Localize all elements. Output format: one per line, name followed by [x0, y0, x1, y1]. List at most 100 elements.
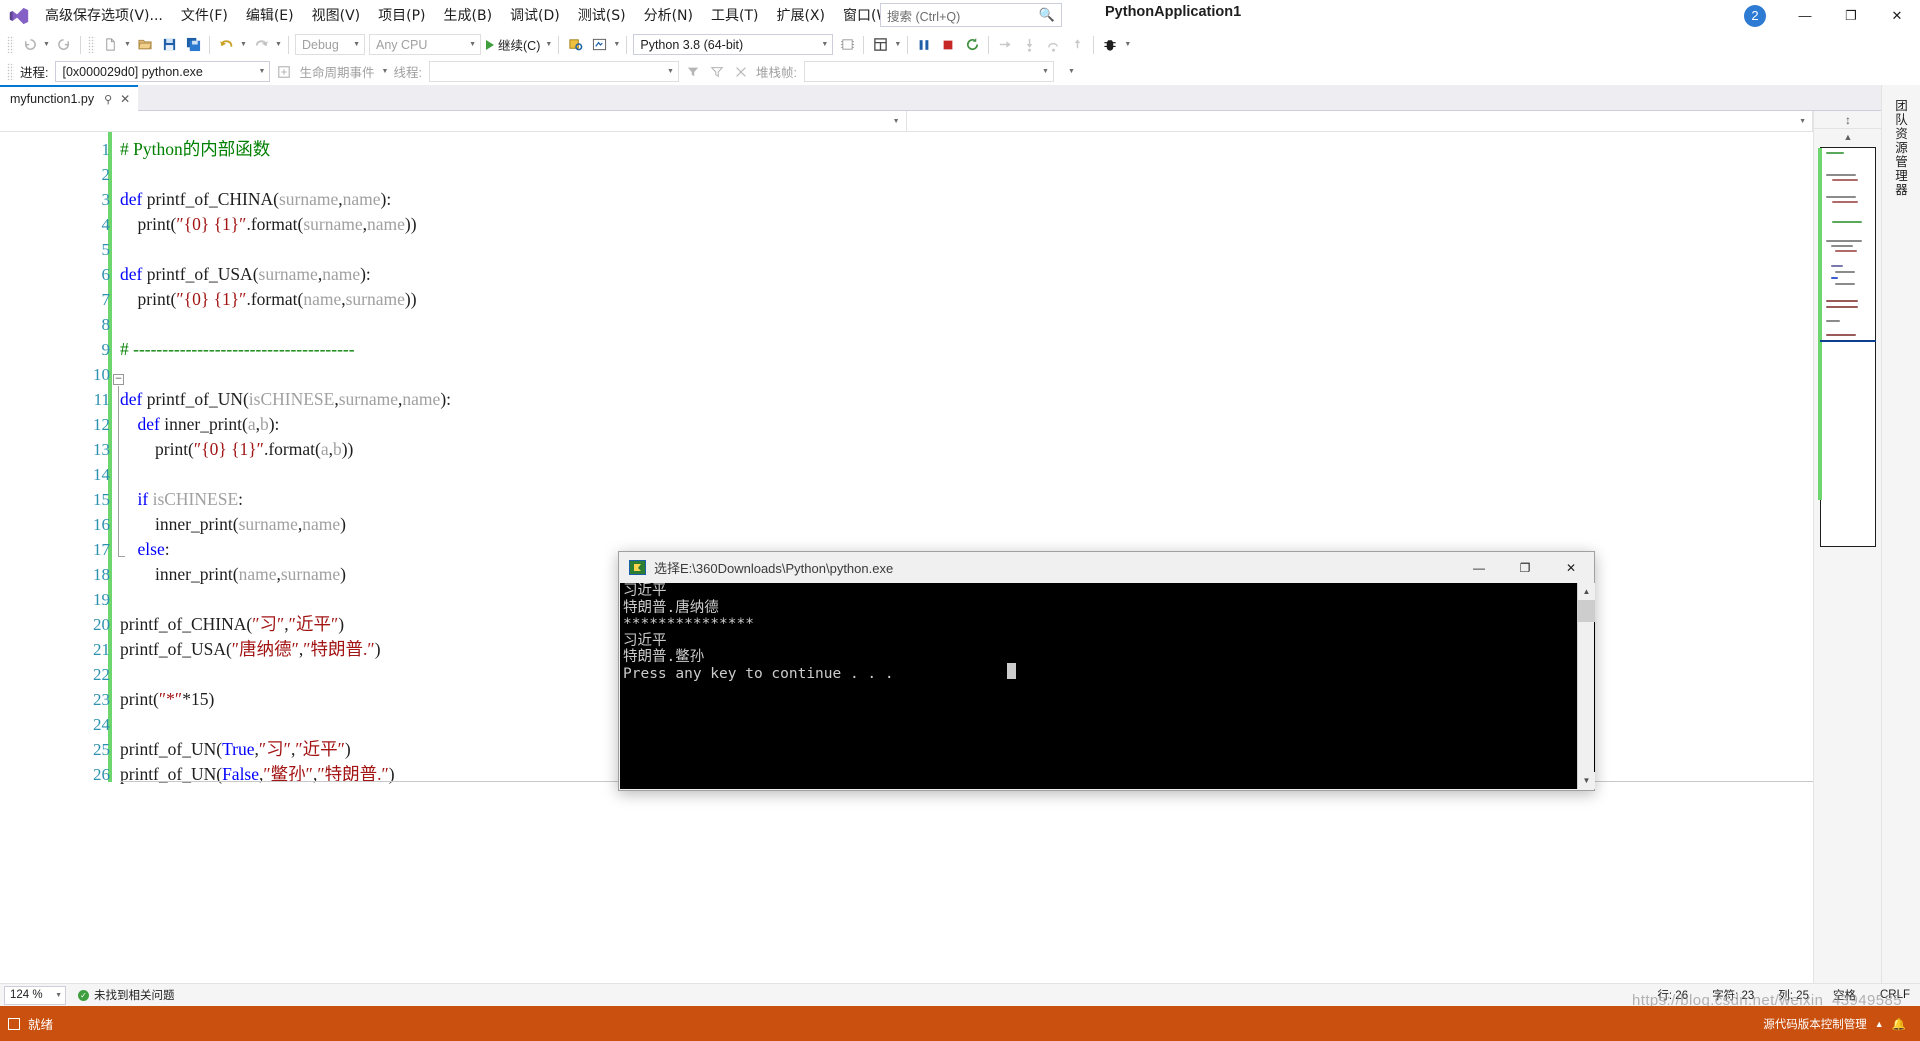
search-input[interactable]: 搜索 (Ctrl+Q) 🔍	[880, 3, 1062, 27]
menu-item-tools[interactable]: 工具(T)	[702, 3, 767, 29]
source-control-label[interactable]: 源代码版本控制管理	[1763, 1016, 1867, 1032]
sidebar-item-team-explorer[interactable]: 团队资源管理器	[1891, 99, 1910, 197]
solution-configuration-select[interactable]: Debug ▼	[295, 34, 365, 55]
scroll-minimap-column[interactable]: ↕ ▲ 团队资源管理器	[1813, 111, 1882, 983]
code-line[interactable]: def printf_of_UN(isCHINESE,surname,name)…	[120, 387, 451, 412]
thread-select[interactable]: ▼	[428, 61, 679, 82]
split-view-handle[interactable]: ↕	[1814, 111, 1882, 129]
console-minimize-button[interactable]: —	[1456, 552, 1502, 583]
debug-toolbar-grip-icon[interactable]	[7, 63, 14, 80]
code-line[interactable]: def printf_of_CHINA(surname,name):	[120, 187, 391, 212]
redo-icon[interactable]	[250, 34, 272, 56]
python-console-window[interactable]: 选择E:\360Downloads\Python\python.exe — ❐ …	[618, 551, 1595, 791]
save-icon[interactable]	[158, 34, 180, 56]
windows-layout-dropdown-icon[interactable]: ▼	[892, 41, 903, 48]
console-scroll-thumb[interactable]	[1578, 600, 1595, 622]
code-line[interactable]: if isCHINESE:	[120, 487, 244, 512]
solution-platform-select[interactable]: Any CPU ▼	[369, 34, 481, 55]
lifecycle-events-icon[interactable]	[273, 61, 295, 83]
code-line[interactable]: printf_of_UN(False,″鳖孙″,″特朗普.″)	[120, 762, 395, 787]
chevron-up-icon[interactable]: ▲	[1875, 1019, 1884, 1029]
code-line[interactable]: printf_of_CHINA(″习″,″近平″)	[120, 612, 344, 637]
navigate-back-icon[interactable]	[18, 34, 40, 56]
code-line[interactable]: inner_print(surname,name)	[120, 512, 346, 537]
step-over-icon[interactable]	[1042, 34, 1064, 56]
stackframe-select[interactable]: ▼	[803, 61, 1054, 82]
step-into-icon[interactable]	[1018, 34, 1040, 56]
code-line[interactable]: def printf_of_USA(surname,name):	[120, 262, 371, 287]
live-preview-icon[interactable]	[588, 34, 610, 56]
code-line[interactable]: # --------------------------------------	[120, 337, 355, 362]
windows-layout-icon[interactable]	[869, 34, 891, 56]
minimap-viewport[interactable]	[1820, 340, 1876, 500]
navigate-forward-icon[interactable]	[53, 34, 75, 56]
continue-dropdown-icon[interactable]: ▼	[543, 41, 554, 48]
menu-item-extensions[interactable]: 扩展(X)	[767, 3, 834, 29]
console-scroll-up-icon[interactable]: ▲	[1578, 583, 1595, 600]
code-line[interactable]: print(″{0} {1}″.format(a,b))	[120, 437, 353, 462]
code-line[interactable]: def inner_print(a,b):	[120, 412, 280, 437]
console-maximize-button[interactable]: ❐	[1502, 552, 1548, 583]
console-scroll-down-icon[interactable]: ▼	[1578, 772, 1595, 789]
tab-myfunction1-py[interactable]: myfunction1.py ⚲ ✕	[0, 85, 139, 111]
close-icon[interactable]: ✕	[120, 92, 130, 106]
redo-dropdown-icon[interactable]: ▼	[273, 41, 284, 48]
fold-toggle-line-11[interactable]: −	[113, 374, 124, 385]
menu-item-build[interactable]: 生成(B)	[435, 3, 502, 29]
flag-filter-icon[interactable]	[682, 61, 704, 83]
minimize-button[interactable]: —	[1782, 0, 1828, 31]
scroll-up-arrow-icon[interactable]: ▲	[1814, 129, 1882, 145]
code-line[interactable]: inner_print(name,surname)	[120, 562, 346, 587]
restart-icon[interactable]	[961, 34, 983, 56]
process-select[interactable]: [0x000029d0] python.exe ▼	[55, 61, 271, 82]
type-navigation-select[interactable]: ▼	[0, 111, 907, 132]
menu-item-file[interactable]: 文件(F)	[172, 3, 237, 29]
undo-dropdown-icon[interactable]: ▼	[238, 41, 249, 48]
attach-to-process-icon[interactable]	[564, 34, 586, 56]
code-line[interactable]: print(″*″*15)	[120, 687, 214, 712]
break-all-icon[interactable]	[913, 34, 935, 56]
menu-item-test[interactable]: 测试(S)	[569, 3, 635, 29]
menu-item-project[interactable]: 项目(P)	[369, 3, 434, 29]
diagnostic-dropdown-icon[interactable]: ▼	[1122, 41, 1133, 48]
maximize-button[interactable]: ❐	[1828, 0, 1874, 31]
open-file-icon[interactable]	[134, 34, 156, 56]
lifecycle-dropdown-icon[interactable]: ▼	[380, 68, 391, 75]
menu-item-0[interactable]: 高级保存选项(V)...	[36, 3, 172, 29]
console-close-button[interactable]: ✕	[1548, 552, 1594, 583]
step-out-icon[interactable]	[1066, 34, 1088, 56]
toolbar-grip-icon[interactable]	[7, 36, 14, 53]
show-next-statement-icon[interactable]	[994, 34, 1016, 56]
debug-toolbar-overflow-icon[interactable]: ▼	[1066, 68, 1077, 75]
live-preview-dropdown-icon[interactable]: ▼	[611, 41, 622, 48]
code-line[interactable]: else:	[120, 537, 170, 562]
minimap-frame[interactable]	[1818, 147, 1876, 547]
zoom-level-select[interactable]: 124 % ▼	[4, 985, 66, 1005]
console-output-area[interactable]: 习近平 特朗普.唐纳德 *************** 习近平 特朗普.鳖孙 Press …	[620, 583, 1595, 789]
flag-down-icon[interactable]	[706, 61, 728, 83]
console-scrollbar[interactable]: ▲ ▼	[1577, 583, 1595, 789]
code-line[interactable]: # Python的内部函数	[120, 137, 270, 162]
undo-icon[interactable]	[215, 34, 237, 56]
account-badge[interactable]: 2	[1744, 4, 1766, 27]
new-file-dropdown-icon[interactable]: ▼	[122, 41, 133, 48]
python-interpreter-select[interactable]: Python 3.8 (64-bit) ▼	[633, 34, 834, 55]
menu-item-view[interactable]: 视图(V)	[303, 3, 370, 29]
new-file-icon[interactable]	[99, 34, 121, 56]
code-line[interactable]: printf_of_USA(″唐纳德″,″特朗普.″)	[120, 637, 381, 662]
code-line[interactable]: print(″{0} {1}″.format(surname,name))	[120, 212, 417, 237]
pin-icon[interactable]: ⚲	[104, 93, 112, 106]
save-all-icon[interactable]	[182, 34, 204, 56]
code-line[interactable]: printf_of_UN(True,″习″,″近平″)	[120, 737, 351, 762]
continue-button[interactable]: 继续(C)	[483, 35, 543, 54]
member-navigation-select[interactable]: ▼	[907, 111, 1813, 132]
no-filter-icon[interactable]	[730, 61, 752, 83]
menu-item-analyze[interactable]: 分析(N)	[635, 3, 702, 29]
code-line[interactable]: print(″{0} {1}″.format(name,surname))	[120, 287, 417, 312]
diagnostic-tools-icon[interactable]	[1099, 34, 1121, 56]
attach-debugger-icon[interactable]	[836, 34, 858, 56]
navigate-back-dropdown-icon[interactable]: ▼	[41, 41, 52, 48]
menu-item-debug[interactable]: 调试(D)	[501, 3, 569, 29]
close-button[interactable]: ✕	[1874, 0, 1920, 31]
notifications-icon[interactable]: 🔔	[1892, 1017, 1906, 1031]
